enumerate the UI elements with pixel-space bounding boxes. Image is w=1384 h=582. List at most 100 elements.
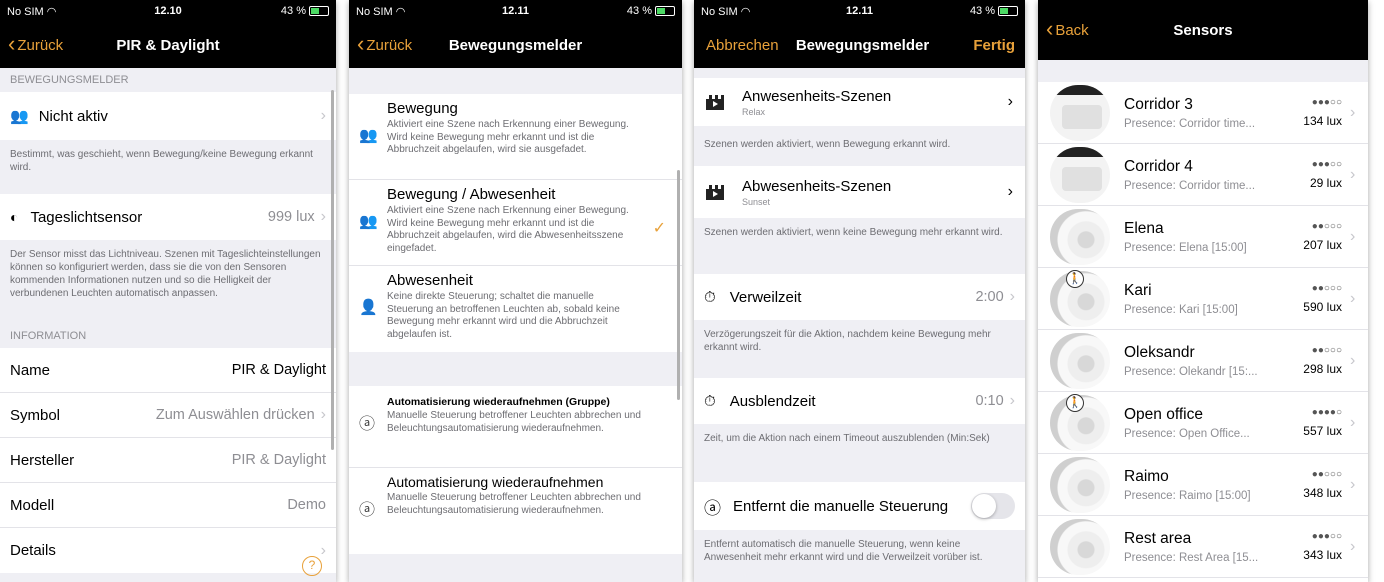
- option-desc: Keine direkte Steuerung; schaltet die ma…: [387, 291, 620, 340]
- absence-scenes-label: Abwesenheits-Szenen: [742, 177, 892, 195]
- back-label: Back: [1055, 21, 1089, 39]
- sensor-lux: 343 lux: [1303, 548, 1342, 562]
- fade-time-cell[interactable]: ⏱ Ausblendzeit 0:10 ›: [694, 378, 1025, 424]
- sensor-photo: [1050, 208, 1110, 265]
- sensor-presence: Presence: Corridor time...: [1124, 117, 1256, 130]
- info-value: PIR & Daylight: [231, 452, 326, 468]
- sensor-lux: 590 lux: [1303, 300, 1342, 314]
- battery-icon: [998, 6, 1019, 17]
- chevron-left-icon: ‹: [8, 31, 16, 56]
- back-button[interactable]: ‹ Back: [1038, 18, 1089, 40]
- sensor-row[interactable]: Elena Presence: Elena [15:00] ●●○○○ 207 lux…: [1038, 206, 1368, 268]
- walking-person-icon: 🚶: [1066, 270, 1084, 288]
- walking-person-icon: 🚶: [1066, 394, 1084, 412]
- done-button[interactable]: Fertig: [973, 37, 1015, 54]
- info-label: Modell: [10, 496, 55, 514]
- chevron-right-icon: ›: [1350, 475, 1356, 493]
- carrier-label: No SIM: [356, 5, 393, 18]
- option-absence[interactable]: 👤 Abwesenheit Keine direkte Steuerung; s…: [349, 266, 682, 352]
- sensor-photo: [1050, 84, 1110, 141]
- carrier-label: No SIM: [701, 5, 738, 18]
- sensor-row[interactable]: Corridor 4 Presence: Corridor time... ●●●○…: [1038, 144, 1368, 206]
- list-header-spacer: [1038, 60, 1368, 82]
- back-button[interactable]: ‹ Zurück: [0, 31, 64, 56]
- info-row-symbol[interactable]: Symbol Zum Auswählen drücken ›: [0, 393, 336, 438]
- nav-bar: ‹ Zurück Bewegungsmelder: [349, 22, 682, 68]
- back-button[interactable]: ‹ Zurück: [349, 33, 413, 55]
- absence-icon: 👤: [359, 299, 378, 316]
- sensor-name: Corridor 3: [1124, 95, 1193, 113]
- clock: 12.10: [154, 5, 182, 17]
- back-label: Zurück: [17, 36, 64, 54]
- sensor-photo: [1050, 146, 1110, 203]
- daylight-value: 999 lux: [267, 209, 315, 225]
- section-header-info: INFORMATION: [10, 330, 87, 342]
- automation-icon: ⓐ: [704, 498, 721, 518]
- daylight-footer: Der Sensor misst das Lichtniveau. Szenen…: [10, 249, 321, 299]
- info-row-name[interactable]: Name PIR & Daylight: [0, 348, 336, 393]
- absence-scenes-value: Sunset: [742, 196, 771, 207]
- sensor-lux: 29 lux: [1309, 176, 1342, 190]
- sensor-row[interactable]: 🚶 Kari Presence: Kari [15:00] ●●○○○ 590 lux ›: [1038, 268, 1368, 330]
- daylight-sensor-cell[interactable]: ◐ Tageslichtsensor 999 lux ›: [0, 194, 336, 240]
- info-label: Hersteller: [10, 451, 75, 469]
- option-motion[interactable]: 👥 Bewegung Aktiviert eine Szene nach Erk…: [349, 94, 682, 180]
- timer-icon: ⏱: [704, 288, 716, 306]
- absence-scenes-cell[interactable]: Abwesenheits-Szenen Sunset ›: [694, 166, 1025, 218]
- status-bar: No SIM ◠ 12.11 43 %: [349, 0, 682, 22]
- info-label: Symbol: [10, 406, 61, 424]
- chevron-right-icon: ›: [1350, 227, 1356, 245]
- info-row-details[interactable]: Details ›: [0, 528, 336, 573]
- option-motion-absence[interactable]: 👥 Bewegung / Abwesenheit Aktiviert eine …: [349, 180, 682, 266]
- sensor-presence: Presence: Kari [15:00]: [1124, 303, 1238, 316]
- nav-bar: ‹ Back Sensors: [1038, 0, 1368, 60]
- cancel-button[interactable]: Abbrechen: [694, 37, 779, 54]
- nav-bar: ‹ Zurück PIR & Daylight: [0, 22, 336, 68]
- sensor-name: Raimo: [1124, 467, 1169, 485]
- daylight-label: Tageslichtsensor: [30, 208, 143, 226]
- info-label: Details: [10, 542, 56, 559]
- clapperboard-icon: [706, 94, 724, 110]
- screen-sensors: ‹ Back Sensors Corridor 3 Presence: Corrid…: [1038, 0, 1368, 582]
- motion-mode-cell[interactable]: 👥 Nicht aktiv ›: [0, 92, 336, 140]
- sensor-lux: 557 lux: [1303, 424, 1342, 438]
- sensor-name: Elena: [1124, 219, 1164, 237]
- motion-footer: Bestimmt, was geschieht, wenn Bewegung/k…: [10, 149, 313, 173]
- presence-scenes-cell[interactable]: Anwesenheits-Szenen Relax ›: [694, 78, 1025, 126]
- sensor-name: Kari: [1124, 281, 1152, 299]
- signal-strength-icon: ●●○○○: [1311, 469, 1342, 480]
- remove-manual-toggle[interactable]: [971, 493, 1015, 519]
- sensor-row[interactable]: Oleksandr Presence: Olekandr [15:... ●●○○○…: [1038, 330, 1368, 392]
- fade-value: 0:10: [975, 393, 1004, 409]
- sensor-row[interactable]: Corridor 3 Presence: Corridor time... ●●●○…: [1038, 82, 1368, 144]
- sensor-row[interactable]: Rest area Presence: Rest Area [15... ●●●○○…: [1038, 516, 1368, 578]
- signal-strength-icon: ●●●●○: [1311, 407, 1342, 418]
- sensor-row[interactable]: Raimo Presence: Raimo [15:00] ●●○○○ 348 lux…: [1038, 454, 1368, 516]
- remove-manual-control-cell: ⓐ Entfernt die manuelle Steuerung: [694, 482, 1025, 530]
- sensor-presence: Presence: Elena [15:00]: [1124, 241, 1247, 254]
- option-resume-automation[interactable]: ⓐ Automatisierung wiederaufnehmen Manuel…: [349, 468, 682, 554]
- chevron-right-icon: ›: [1350, 413, 1356, 431]
- sensor-photo: [1050, 456, 1110, 513]
- option-resume-automation-group[interactable]: ⓐ Automatisierung wiederaufnehmen (Grupp…: [349, 386, 682, 468]
- manual-footer: Entfernt automatisch die manuelle Steuer…: [704, 539, 983, 563]
- dwell-time-cell[interactable]: ⏱ Verweilzeit 2:00 ›: [694, 274, 1025, 320]
- chevron-right-icon: ›: [1350, 537, 1356, 555]
- sensor-name: Corridor 4: [1124, 157, 1193, 175]
- sensor-lux: 207 lux: [1303, 238, 1342, 252]
- back-label: Zurück: [366, 36, 413, 54]
- chevron-right-icon: ›: [1350, 289, 1356, 307]
- sensor-row[interactable]: 🚶 Open office Presence: Open Office... ●●●●…: [1038, 392, 1368, 454]
- help-icon[interactable]: ?: [302, 556, 322, 576]
- chevron-right-icon: ›: [1350, 351, 1356, 369]
- screen-pir-daylight: No SIM ◠ 12.10 43 % ‹ Zurück PIR & Daylig…: [0, 0, 336, 582]
- clock: 12.11: [502, 5, 529, 17]
- scrollbar[interactable]: [677, 170, 680, 400]
- scrollbar[interactable]: [331, 90, 334, 450]
- info-label: Name: [10, 361, 51, 379]
- chevron-right-icon: ›: [320, 406, 326, 423]
- battery-icon: [654, 6, 675, 17]
- presence-scenes-label: Anwesenheits-Szenen: [742, 87, 892, 105]
- chevron-right-icon: ›: [320, 541, 326, 559]
- nav-bar: Abbrechen Bewegungsmelder Fertig: [694, 22, 1025, 68]
